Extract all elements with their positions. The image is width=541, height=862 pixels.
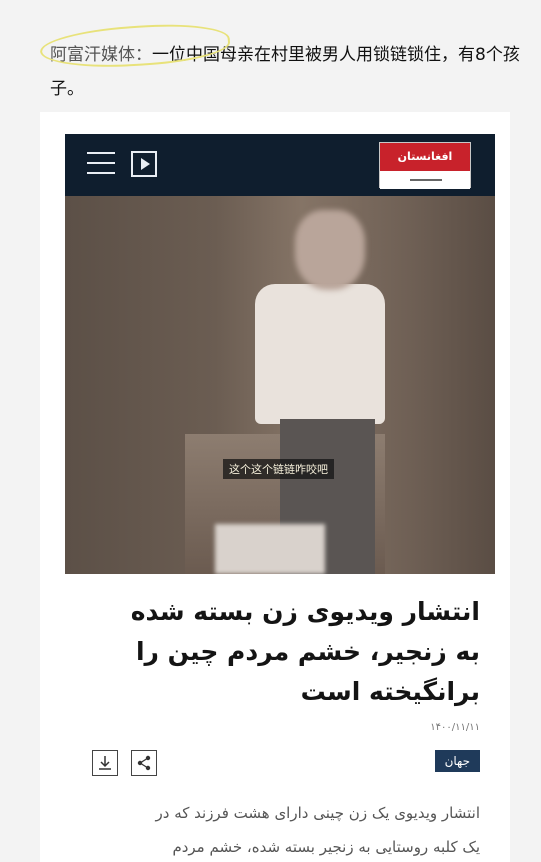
post-caption: 阿富汗媒体：一位中国母亲在村里被男人用锁链锁住，有8个孩子。 [38, 19, 520, 106]
site-logo-text: افغانستان [380, 143, 470, 171]
article-card: 这个这个链链咋咬吧 افغانستان انتشار ویدیوی زن بست… [40, 112, 510, 862]
article-actions [92, 750, 165, 780]
article-headline: انتشار ویدیوی زن بسته شده به زنجیر، خشم … [80, 592, 480, 712]
menu-icon[interactable] [87, 152, 115, 176]
play-icon[interactable] [131, 151, 157, 177]
body-line: یک کلبه روستایی به زنجیر بسته شده، خشم م… [172, 838, 480, 856]
download-icon[interactable] [92, 750, 118, 776]
video-subtitle: 这个这个链链咋咬吧 [223, 459, 334, 479]
article-date: ۱۴۰۰/۱۱/۱۱ [430, 722, 480, 733]
video-figure-body [255, 284, 385, 424]
blurred-object [215, 524, 325, 574]
caption-source: 阿富汗媒体： [50, 45, 152, 65]
headline-line: انتشار ویدیوی زن بسته شده [130, 597, 480, 626]
share-icon[interactable] [131, 750, 158, 776]
headline-line: به زنجیر، خشم مردم چین را [135, 637, 480, 666]
article-body: انتشار ویدیوی یک زن چینی دارای هشت فرزند… [80, 796, 481, 862]
body-line: انتشار ویدیوی یک زن چینی دارای هشت فرزند… [155, 804, 481, 822]
site-logo-subline [380, 171, 470, 189]
video-player[interactable]: 这个这个链链咋咬吧 افغانستان [65, 134, 495, 574]
site-logo[interactable]: افغانستان [379, 142, 471, 189]
site-header-bar: افغانستان [65, 134, 495, 196]
blurred-face [295, 210, 365, 290]
headline-line: برانگیخته است [300, 677, 480, 706]
category-badge[interactable]: جهان [434, 750, 480, 772]
